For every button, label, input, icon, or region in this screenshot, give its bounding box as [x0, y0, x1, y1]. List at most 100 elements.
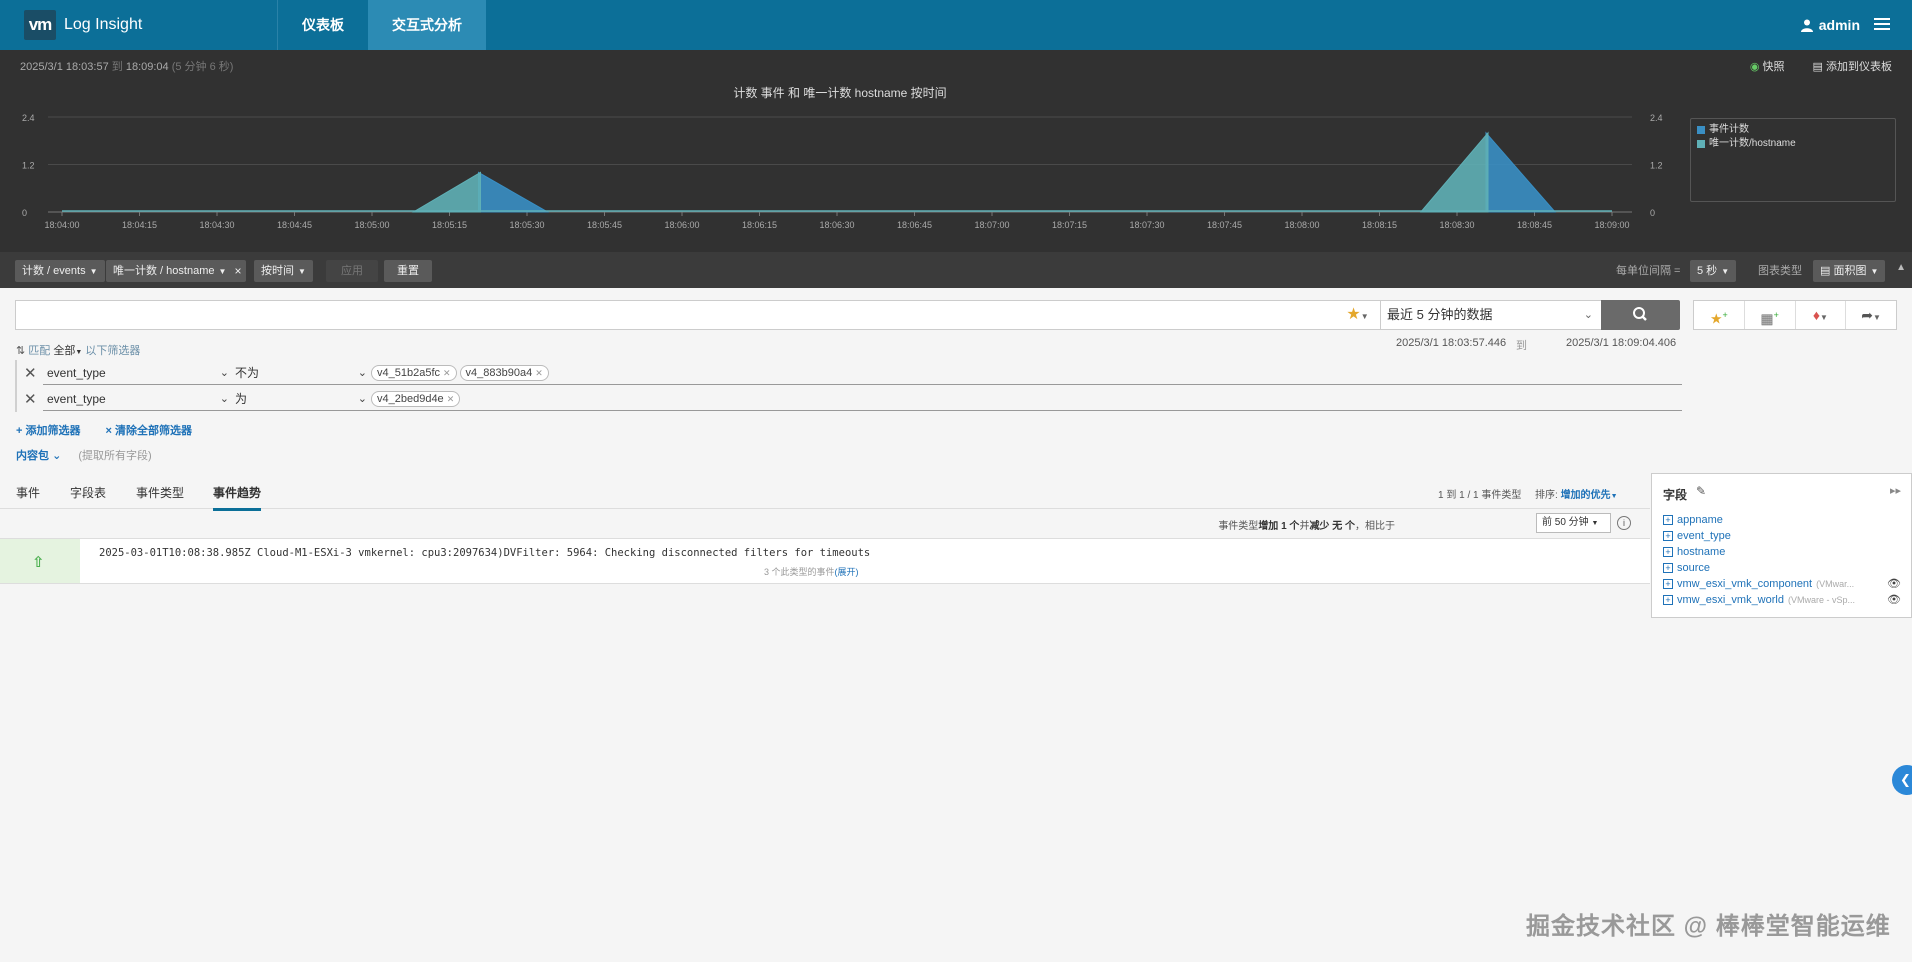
plus-icon[interactable]: + [1663, 595, 1673, 605]
search-input[interactable] [15, 300, 1380, 330]
nav-tab-dashboards[interactable]: 仪表板 [277, 0, 368, 50]
app-logo[interactable]: vm Log Insight [24, 10, 142, 40]
apply-button[interactable]: 应用 [326, 260, 378, 282]
collapse-filters-icon[interactable]: ⇅ [16, 345, 25, 357]
chart-legend: 事件计数 唯一计数/hostname [1690, 118, 1896, 202]
search-icon [1633, 307, 1647, 321]
remove-filter-icon[interactable]: ✕ [24, 364, 37, 382]
filter-value-chip[interactable]: v4_51b2a5fc ✕ [371, 365, 457, 381]
chip-remove-icon[interactable]: ✕ [535, 368, 543, 378]
field-item-vmk-world[interactable]: + vmw_esxi_vmk_world (VMware - vSp... [1663, 594, 1855, 606]
field-item-vmk-component[interactable]: + vmw_esxi_vmk_component (VMwar... [1663, 578, 1854, 590]
search-button[interactable] [1601, 300, 1680, 330]
add-to-dashboard-button[interactable]: ▤ 添加到仪表板 [1813, 58, 1892, 74]
side-panel-toggle-icon[interactable]: ❮ [1892, 765, 1912, 795]
legend-swatch [1697, 126, 1705, 134]
remove-filter-icon[interactable]: ✕ [24, 390, 37, 408]
chip-label: v4_51b2a5fc [377, 367, 440, 379]
plus-icon[interactable]: + [1663, 531, 1673, 541]
content-pack-dropdown[interactable]: 内容包 ⌄ [16, 450, 61, 462]
x-tick-label: 18:08:45 [1517, 220, 1552, 230]
filter-values-input[interactable]: v4_2bed9d4e ✕ [369, 389, 1682, 411]
filter-value-chip[interactable]: v4_2bed9d4e ✕ [371, 391, 461, 407]
caret-down-icon: ▼ [1721, 267, 1730, 276]
user-menu[interactable]: admin [1800, 0, 1860, 50]
y-tick-label-left: 1.2 [22, 161, 35, 171]
clear-filters-link[interactable]: × 清除全部筛选器 [106, 425, 192, 437]
chart-type-value: 面积图 [1833, 265, 1867, 277]
chart-type-select[interactable]: ▤ 面积图 ▼ [1813, 260, 1886, 282]
tab-events[interactable]: 事件 [16, 484, 40, 501]
arrow-up-icon: ⇧ [32, 554, 45, 571]
remove-aggregation-icon[interactable]: × [230, 260, 246, 282]
event-text: 2025-03-01T10:08:38.985Z Cloud-M1-ESXi-3… [99, 547, 871, 559]
top-nav-bar: vm Log Insight 仪表板 交互式分析 admin [0, 0, 1912, 50]
area-spike [1419, 131, 1489, 213]
field-item-appname[interactable]: + appname [1663, 514, 1723, 526]
y-tick-label-right: 1.2 [1650, 161, 1663, 171]
filter-field-select[interactable]: event_type ⌄ [43, 389, 233, 411]
pencil-icon[interactable]: ✎ [1696, 484, 1706, 498]
chart-query-toolbar: 计数 / events ▼ 唯一计数 / hostname ▼ × 按时间 ▼ 应用 … [0, 252, 1912, 288]
legend-item-event-count[interactable]: 事件计数 [1697, 123, 1889, 137]
filter-links: + 添加筛选器 × 清除全部筛选器 [16, 422, 214, 438]
create-alert-icon[interactable]: ♦▼ [1796, 301, 1847, 329]
eye-icon[interactable]: 👁 [1887, 577, 1901, 590]
x-tick-label: 18:05:45 [587, 220, 622, 230]
favorites-star-icon[interactable]: ★▼ [1335, 300, 1381, 330]
field-item-hostname[interactable]: + hostname [1663, 546, 1725, 558]
legend-label: 唯一计数/hostname [1709, 138, 1796, 149]
filter-operator-select[interactable]: 不为 ⌄ [231, 363, 371, 385]
hamburger-menu-icon[interactable] [1874, 18, 1890, 30]
filter-values-input[interactable]: v4_51b2a5fc ✕ v4_883b90a4 ✕ [369, 363, 1682, 385]
time-range-select[interactable]: 最近 5 分钟的数据 ⌄ [1380, 300, 1602, 330]
chip-label: v4_2bed9d4e [377, 393, 444, 405]
aggregation-unique-pill[interactable]: 唯一计数 / hostname ▼ [106, 260, 234, 282]
chip-remove-icon[interactable]: ✕ [447, 394, 455, 404]
caret-down-icon: ▼ [1870, 267, 1879, 276]
export-share-icon[interactable]: ➦▼ [1846, 301, 1896, 329]
legend-item-unique-hostname[interactable]: 唯一计数/hostname [1697, 137, 1889, 151]
plus-icon[interactable]: + [1663, 515, 1673, 525]
field-item-event-type[interactable]: + event_type [1663, 530, 1731, 542]
nav-tab-interactive-analytics[interactable]: 交互式分析 [368, 0, 486, 50]
info-icon[interactable]: i [1617, 516, 1631, 530]
filter-operator-select[interactable]: 为 ⌄ [231, 389, 371, 411]
eye-icon[interactable]: 👁 [1887, 593, 1901, 606]
filter-field-select[interactable]: event_type ⌄ [43, 363, 233, 385]
x-tick-label: 18:08:00 [1284, 220, 1319, 230]
watermark: 掘金技术社区 @ 棒棒堂智能运维 [1526, 913, 1891, 940]
chart-actions: ◉ 快照 ▤ 添加到仪表板 [1750, 58, 1892, 74]
tab-event-trends[interactable]: 事件趋势 [213, 484, 262, 511]
legend-swatch [1697, 140, 1705, 148]
compare-period-select[interactable]: 前 50 分钟 ▼ [1536, 513, 1611, 533]
collapse-chart-icon[interactable]: ▲ [1896, 262, 1906, 273]
aggregation-count-pill[interactable]: 计数 / events ▼ [15, 260, 105, 282]
collapse-panel-icon[interactable]: ▸▸ [1890, 484, 1901, 497]
tab-event-types[interactable]: 事件类型 [136, 484, 184, 501]
chip-remove-icon[interactable]: ✕ [443, 368, 451, 378]
plus-icon[interactable]: + [1663, 579, 1673, 589]
area-spike [411, 171, 481, 213]
interval-select[interactable]: 5 秒 ▼ [1690, 260, 1737, 282]
filter-value-chip[interactable]: v4_883b90a4 ✕ [459, 365, 549, 381]
plus-icon[interactable]: + [1663, 547, 1673, 557]
add-to-dashboard-icon[interactable]: ▦+ [1745, 301, 1796, 329]
chevron-down-icon: ⌄ [219, 367, 229, 379]
chart-type-label: 图表类型 [1758, 265, 1802, 277]
snapshot-button[interactable]: ◉ 快照 [1750, 58, 1785, 74]
event-trend-row[interactable]: ⇧ 2025-03-01T10:08:38.985Z Cloud-M1-ESXi… [0, 538, 1650, 584]
reset-button[interactable]: 重置 [384, 260, 432, 282]
caret-down-icon: ▼ [1610, 493, 1618, 500]
expand-link[interactable]: (展开) [835, 567, 859, 577]
group-by-time-pill[interactable]: 按时间 ▼ [254, 260, 313, 282]
plus-icon[interactable]: + [1663, 563, 1673, 573]
sort-control[interactable]: 排序: 增加的优先▼ [1535, 486, 1618, 501]
x-tick-label: 18:06:15 [742, 220, 777, 230]
field-item-source[interactable]: + source [1663, 562, 1710, 574]
add-filter-link[interactable]: + 添加筛选器 [16, 425, 80, 437]
add-favorite-icon[interactable]: ★+ [1694, 301, 1745, 329]
tab-field-table[interactable]: 字段表 [70, 484, 106, 501]
match-mode-select[interactable]: 全部 [53, 345, 75, 357]
x-tick-label: 18:08:30 [1439, 220, 1474, 230]
